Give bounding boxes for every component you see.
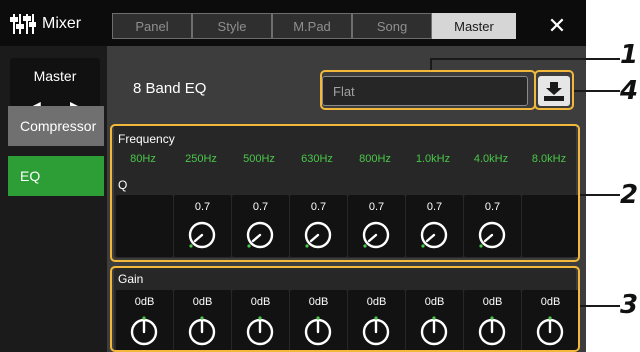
sidebar-item-compressor[interactable]: Compressor <box>8 106 104 146</box>
callout-line-2 <box>580 194 620 196</box>
tab-song[interactable]: Song <box>352 13 432 39</box>
callout-4: 4 <box>620 76 639 106</box>
callout-line-4 <box>574 90 620 92</box>
highlight-frame-preset <box>320 70 536 110</box>
callout-line-3 <box>580 305 620 307</box>
top-bar: Mixer Panel Style M.Pad Song Master ✕ <box>0 0 586 46</box>
app-title-label: Mixer <box>42 15 82 32</box>
callout-2: 2 <box>620 180 639 210</box>
eq-title: 8 Band EQ <box>133 80 207 97</box>
sidebar-item-eq[interactable]: EQ <box>8 156 104 196</box>
tab-panel[interactable]: Panel <box>112 13 192 39</box>
callout-line-1-drop <box>430 58 432 70</box>
app-title: Mixer <box>10 12 120 36</box>
tab-mpad[interactable]: M.Pad <box>272 13 352 39</box>
sidebar: Master ◀ ▶ Compressor EQ <box>0 46 107 352</box>
callout-1: 1 <box>620 40 639 70</box>
callout-3: 3 <box>620 290 639 320</box>
highlight-frame-gain <box>110 266 580 352</box>
highlight-frame-frequency <box>110 124 580 262</box>
callout-line-1 <box>430 58 620 60</box>
tab-master[interactable]: Master <box>432 13 516 39</box>
part-selector-title: Master <box>33 68 77 84</box>
close-button[interactable]: ✕ <box>544 13 570 38</box>
tab-style[interactable]: Style <box>192 13 272 39</box>
mixer-sliders-icon <box>10 14 36 34</box>
highlight-frame-save <box>534 70 574 110</box>
